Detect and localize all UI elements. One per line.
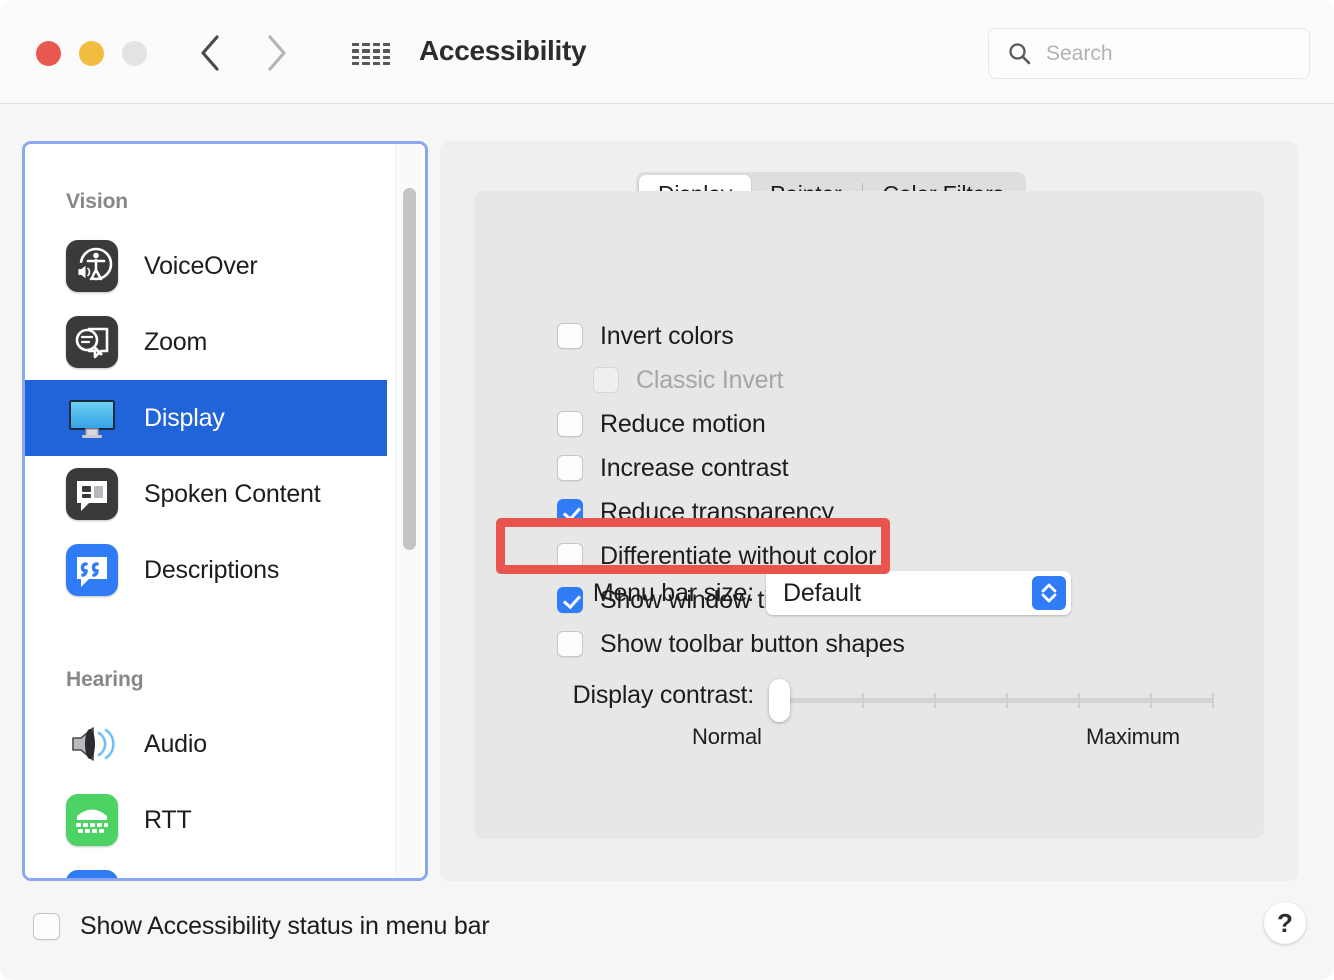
slider-min-label: Normal (692, 724, 762, 750)
display-contrast-label: Display contrast: (474, 681, 754, 710)
navigation-arrows (196, 32, 290, 74)
slider-tick (1006, 693, 1008, 708)
sidebar-item-label: Display (144, 404, 225, 433)
sidebar-item-label: Zoom (144, 328, 207, 357)
slider-tick (934, 693, 936, 708)
display-icon (66, 392, 118, 444)
minimize-window-button[interactable] (79, 41, 104, 66)
display-contrast-slider-knob[interactable] (769, 679, 790, 722)
slider-tick (1150, 693, 1152, 708)
option-invert-colors[interactable]: Invert colors (557, 314, 1217, 358)
option-label: Reduce transparency (600, 498, 834, 527)
descriptions-icon (66, 544, 118, 596)
checkbox-increase-contrast[interactable] (557, 455, 583, 481)
search-field[interactable] (988, 28, 1310, 79)
option-reduce-transparency[interactable]: Reduce transparency (557, 490, 1217, 534)
slider-tick (862, 693, 864, 708)
checkbox-show-toolbar-button-shapes[interactable] (557, 631, 583, 657)
page-title: Accessibility (419, 35, 586, 67)
audio-icon (66, 718, 118, 770)
zoom-icon (66, 316, 118, 368)
option-show-accessibility-status[interactable]: Show Accessibility status in menu bar (33, 912, 489, 941)
sidebar-item-label: Spoken Content (144, 480, 321, 509)
sidebar-list: Vision VoiceOver (25, 144, 387, 878)
sidebar-item-label: RTT (144, 806, 192, 835)
checkbox-reduce-motion[interactable] (557, 411, 583, 437)
display-contrast-row: Display contrast: Normal Maximum (474, 669, 1264, 729)
sidebar-scroll-area: Vision VoiceOver (25, 144, 425, 878)
sidebar-scrollbar[interactable] (395, 144, 421, 878)
slider-tick (1078, 693, 1080, 708)
option-show-toolbar-button-shapes[interactable]: Show toolbar button shapes (557, 622, 1217, 666)
grid-apps-icon[interactable] (352, 40, 390, 68)
sidebar-item-captions[interactable]: Captions (25, 858, 387, 878)
forward-button[interactable] (262, 32, 290, 74)
sidebar-item-label: Descriptions (144, 556, 279, 585)
option-label: Invert colors (600, 322, 734, 351)
close-window-button[interactable] (36, 41, 61, 66)
sidebar-group-hearing-label: Hearing (25, 668, 387, 692)
option-increase-contrast[interactable]: Increase contrast (557, 446, 1217, 490)
menu-bar-size-label: Menu bar size: (492, 579, 754, 608)
option-label: Show toolbar button shapes (600, 630, 905, 659)
checkbox-reduce-transparency[interactable] (557, 499, 583, 525)
help-icon[interactable]: ? (1264, 902, 1306, 944)
content-inner-panel: Invert colors Classic Invert Reduce moti… (474, 191, 1264, 839)
option-label: Classic Invert (636, 366, 783, 395)
checkbox-show-accessibility-status[interactable] (33, 913, 60, 940)
maximize-window-button[interactable] (122, 41, 147, 66)
sidebar-item-display[interactable]: Display (25, 380, 387, 456)
sidebar-item-descriptions[interactable]: Descriptions (25, 532, 387, 608)
sidebar-item-label: VoiceOver (144, 252, 258, 281)
spoken-content-icon (66, 468, 118, 520)
sidebar-item-zoom[interactable]: Zoom (25, 304, 387, 380)
help-label: ? (1277, 908, 1293, 939)
captions-icon (66, 870, 118, 878)
sidebar-group-vision-label: Vision (25, 190, 387, 214)
content-panel: Display Pointer Color Filters Invert col… (440, 141, 1298, 881)
option-label: Increase contrast (600, 454, 788, 483)
voiceover-icon (66, 240, 118, 292)
traffic-light-buttons (36, 41, 147, 66)
menu-bar-size-dropdown[interactable]: Default (766, 571, 1071, 615)
chevron-up-down-icon[interactable] (1032, 576, 1066, 610)
slider-tick (1212, 693, 1214, 708)
accessibility-preferences-window: Accessibility Vision (0, 0, 1334, 980)
option-classic-invert: Classic Invert (557, 358, 1217, 402)
rtt-icon (66, 794, 118, 846)
option-reduce-motion[interactable]: Reduce motion (557, 402, 1217, 446)
checkbox-invert-colors[interactable] (557, 323, 583, 349)
sidebar: Vision VoiceOver (22, 141, 428, 881)
checkbox-classic-invert (593, 367, 619, 393)
sidebar-scrollbar-thumb[interactable] (403, 188, 416, 550)
sidebar-item-label: Audio (144, 730, 207, 759)
sidebar-item-voiceover[interactable]: VoiceOver (25, 228, 387, 304)
option-label: Reduce motion (600, 410, 766, 439)
checkbox-differentiate-without-color[interactable] (557, 543, 583, 569)
back-button[interactable] (196, 32, 224, 74)
bottom-bar: Show Accessibility status in menu bar ? (0, 882, 1334, 980)
sidebar-item-spoken-content[interactable]: Spoken Content (25, 456, 387, 532)
sidebar-item-rtt[interactable]: RTT (25, 782, 387, 858)
title-bar: Accessibility (0, 0, 1334, 104)
slider-max-label: Maximum (1086, 724, 1180, 750)
option-label: Differentiate without color (600, 542, 876, 571)
option-label: Show Accessibility status in menu bar (80, 912, 489, 941)
menu-bar-size-value: Default (783, 579, 861, 608)
search-input[interactable] (1046, 42, 1286, 66)
search-icon (1007, 41, 1032, 66)
sidebar-item-audio[interactable]: Audio (25, 706, 387, 782)
display-contrast-slider[interactable] (774, 698, 1214, 703)
